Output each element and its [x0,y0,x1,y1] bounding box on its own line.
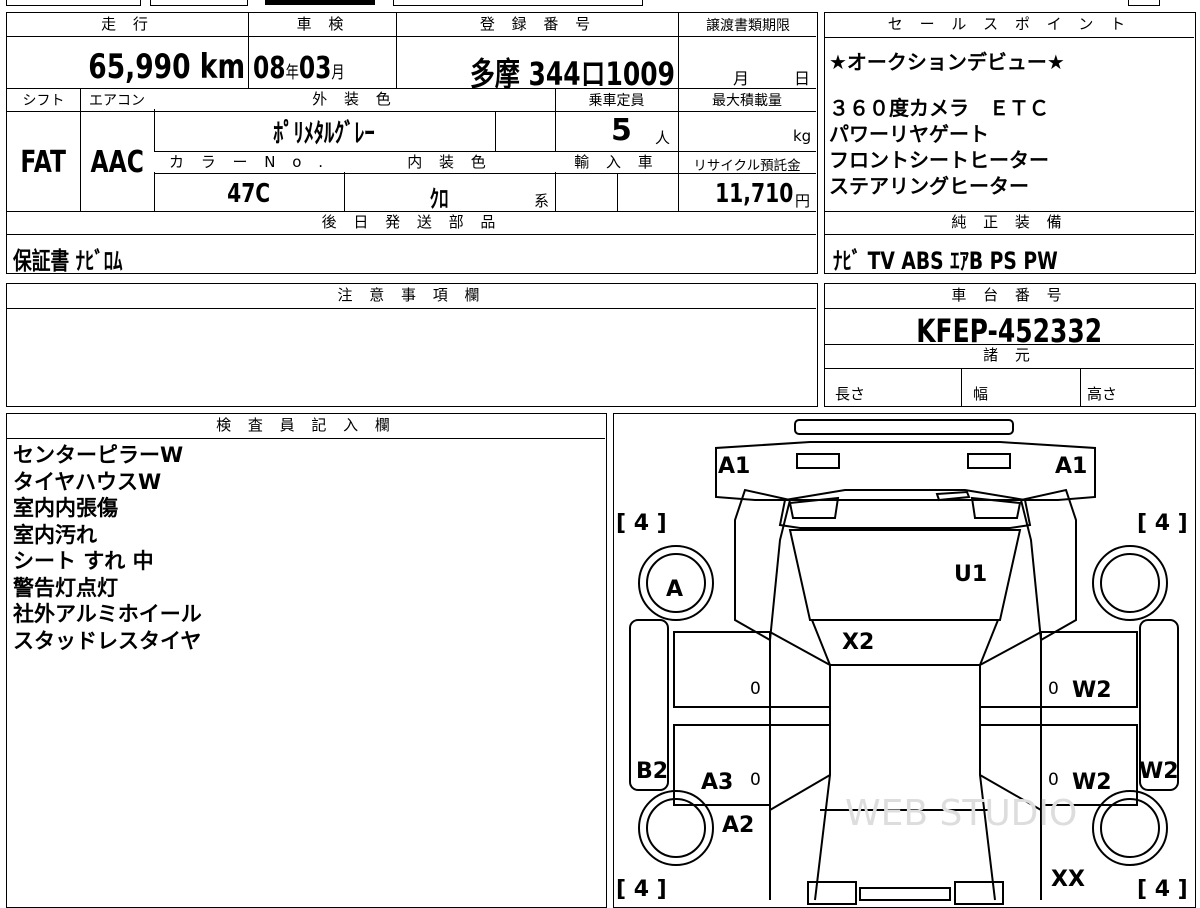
shaken-year: 08 [253,51,286,86]
notes-label: 注 意 事 項 欄 [7,285,816,305]
tire-front-right: [ 4 ] [1137,511,1188,536]
registration-number: 多摩 344ロ1009 [469,55,675,93]
mark-w2-far-right: W2 [1139,759,1179,784]
color-no-label: カ ラ ー N o . [154,152,344,172]
mark-w2-right-upper: W2 [1072,678,1112,703]
exterior-color-label: 外 装 色 [154,89,555,109]
sales-points-label: セ ー ル ス ポ イ ン ト [825,14,1194,34]
mark-xx: XX [1051,867,1085,892]
transfer-day: 日 [794,69,811,88]
sales-point-item [829,75,1193,95]
inspector-note: スタッドレスタイヤ [13,628,202,653]
sales-point-item: フロントシートヒーター [829,148,1049,172]
tire-rear-left: [ 4 ] [616,877,667,902]
notes-box: 注 意 事 項 欄 [6,283,818,407]
inspector-note: 室内内張傷 [13,496,118,520]
import-label: 輸 入 車 [555,152,678,172]
sales-points-box: セ ー ル ス ポ イ ン ト ★オークションデビュー★ ３６０度カメラ ＥＴＣ… [824,12,1196,275]
load-unit: kg [793,127,812,145]
shift-value: FAT [20,145,67,180]
shift-label: シフト [22,93,65,109]
car-damage-diagram: WEB STUDIO A1 A1 U1 A X2 0 0 W2 B2 A3 0 … [613,413,1196,908]
tire-rear-right: [ 4 ] [1137,877,1188,902]
sales-point-item: ステアリングヒーター [829,174,1029,198]
interior-color-value: ｸﾛ [429,185,449,213]
spec-height: 高さ [1087,385,1118,403]
car-outline-svg: WEB STUDIO [628,418,1179,905]
mark-u1: U1 [954,562,988,587]
capacity-label: 乗車定員 [588,93,645,109]
inspector-label: 検 査 員 記 入 欄 [7,415,605,435]
inspector-note: タイヤハウスW [13,469,162,494]
shaken-label: 車 検 [250,14,396,34]
chassis-specs-box: 車 台 番 号 KFEP-452332 諸 元 長さ 幅 高さ [824,283,1196,407]
mark-b2: B2 [636,759,669,784]
mark-zero: 0 [1048,679,1059,699]
capacity-value: 5 [611,113,632,148]
registration-label: 登 録 番 号 [398,14,678,34]
inspector-note: シート すれ 中 [13,549,154,573]
inspector-note: 社外アルミホイール [13,602,202,626]
sales-point-item: ３６０度カメラ ＥＴＣ [829,96,1049,120]
mark-w2-right-lower: W2 [1072,770,1112,795]
later-parts-value: 保証書 ﾅﾋﾞﾛﾑ [13,247,123,275]
mark-zero: 0 [750,770,761,790]
tire-front-left: [ 4 ] [616,511,667,536]
later-parts-label: 後 日 発 送 部 品 [7,212,816,232]
aircon-label: エアコン [89,93,145,109]
inspector-note: センターピラーW [13,443,184,467]
top-partial-strip [0,0,1200,8]
mark-a1-left: A1 [718,454,751,479]
capacity-unit: 人 [655,129,671,147]
inspector-box: 検 査 員 記 入 欄 センターピラーW タイヤハウスW 室内内張傷 室内汚れ … [6,413,607,908]
spec-width: 幅 [973,385,989,403]
mark-zero: 0 [750,679,761,699]
transfer-month: 月 [733,69,750,88]
recycle-label: リサイクル預託金 [693,158,801,174]
sales-point-item: パワーリヤゲート [829,122,989,146]
sales-point-item: ★オークションデビュー★ [829,50,1065,74]
mark-a: A [666,577,684,602]
mark-a2: A2 [722,813,755,838]
watermark-text: WEB STUDIO [845,793,1077,834]
exterior-color-value: ﾎﾟﾘﾒﾀﾙｸﾞﾚｰ [273,119,376,149]
shaken-month: 03 [298,51,332,86]
vehicle-info-table: 走 行 車 検 登 録 番 号 譲渡書類期限 65,990 km 08年03月 … [6,12,818,275]
mileage-label: 走 行 [7,14,248,34]
max-load-label: 最大積載量 [712,93,782,109]
chassis-label: 車 台 番 号 [825,285,1194,305]
aircon-value: AAC [90,145,144,180]
genuine-equipment-label: 純 正 装 備 [825,212,1194,232]
mileage-value: 65,990 km [88,47,245,87]
genuine-equipment-value: ﾅﾋﾞ TV ABS ｴｱB PS PW [833,247,1058,275]
specs-label: 諸 元 [825,345,1194,365]
recycle-unit: 円 [795,192,811,210]
mark-a1-right: A1 [1055,454,1088,479]
shaken-value: 08年03月 [253,51,345,86]
spec-length: 長さ [835,385,866,403]
mark-zero: 0 [1048,770,1059,790]
inspector-note: 警告灯点灯 [13,575,118,600]
transfer-deadline-label: 譲渡書類期限 [706,18,790,34]
interior-color-label: 内 装 色 [344,152,555,172]
interior-suffix: 系 [534,192,550,210]
inspector-note: 室内汚れ [13,522,97,547]
recycle-fee-value: 11,710 [714,179,793,209]
mark-a3: A3 [701,770,734,795]
mark-x2: X2 [842,630,875,655]
inspector-notes: センターピラーW タイヤハウスW 室内内張傷 室内汚れ シート すれ 中 警告灯… [13,442,202,654]
color-no-value: 47C [227,179,271,209]
sales-points-list: ★オークションデビュー★ ３６０度カメラ ＥＴＣ パワーリヤゲート フロントシー… [829,49,1193,199]
